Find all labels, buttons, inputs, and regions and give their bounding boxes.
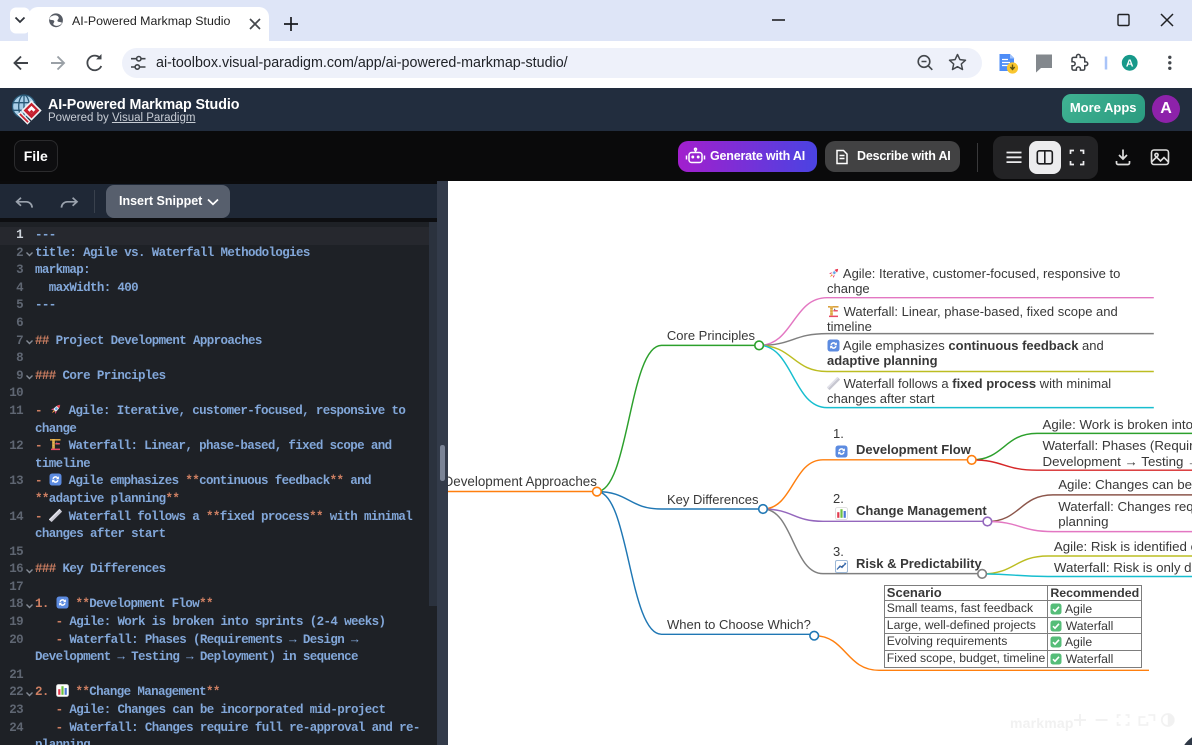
svg-text:A: A <box>1126 58 1134 70</box>
